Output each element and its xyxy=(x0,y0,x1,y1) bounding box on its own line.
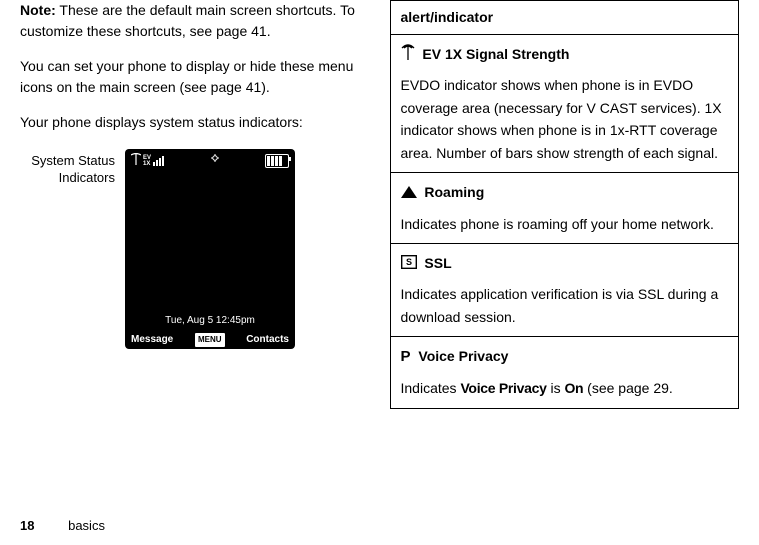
note-paragraph: Note: These are the default main screen … xyxy=(20,0,370,42)
phone-body xyxy=(125,173,295,313)
status-left: EV1X xyxy=(131,153,164,170)
signal-strength-title: EV 1X Signal Strength xyxy=(422,46,569,62)
p-icon: P xyxy=(401,345,411,369)
page-number: 18 xyxy=(20,518,34,533)
diagram-label-line2: Indicators xyxy=(59,170,115,185)
roaming-title: Roaming xyxy=(424,184,484,200)
right-softkey: Contacts xyxy=(246,332,289,347)
table-row: EV 1X Signal Strength EVDO indicator sho… xyxy=(390,35,739,173)
vp-prefix: Indicates xyxy=(401,380,461,396)
section-name: basics xyxy=(68,518,105,533)
diagram-label-line1: System Status xyxy=(31,153,115,168)
antenna-icon xyxy=(131,153,141,170)
roaming-cell: Roaming Indicates phone is roaming off y… xyxy=(390,173,739,244)
note-text: These are the default main screen shortc… xyxy=(20,2,355,39)
location-icon xyxy=(211,154,219,169)
phone-softkeys: Message MENU Contacts xyxy=(125,332,295,353)
phone-screen: EV1X Tue, Aug 5 12:45pm xyxy=(125,149,295,349)
table-row: S SSL Indicates application verification… xyxy=(390,243,739,336)
phone-diagram: System Status Indicators EV1X xyxy=(20,149,370,349)
roaming-desc: Indicates phone is roaming off your home… xyxy=(401,213,729,235)
ssl-cell: S SSL Indicates application verification… xyxy=(390,243,739,336)
signal-bars-icon xyxy=(153,156,164,166)
vp-term: Voice Privacy xyxy=(460,380,546,396)
diagram-label: System Status Indicators xyxy=(20,149,125,349)
note-label: Note: xyxy=(20,2,56,18)
phone-date: Tue, Aug 5 12:45pm xyxy=(125,313,295,328)
left-softkey: Message xyxy=(131,332,173,347)
ssl-desc: Indicates application verification is vi… xyxy=(401,283,729,328)
page-footer: 18 basics xyxy=(20,516,105,536)
paragraph-status-intro: Your phone displays system status indica… xyxy=(20,112,370,133)
table-row: Roaming Indicates phone is roaming off y… xyxy=(390,173,739,244)
ev1x-label: EV1X xyxy=(143,155,151,167)
svg-text:S: S xyxy=(405,257,411,267)
vp-on: On xyxy=(564,380,583,396)
table-row: P Voice Privacy Indicates Voice Privacy … xyxy=(390,337,739,409)
table-header-row: alert/indicator xyxy=(390,1,739,35)
battery-icon xyxy=(265,154,289,168)
table-header: alert/indicator xyxy=(390,1,739,35)
triangle-icon xyxy=(401,182,417,204)
paragraph-menu-icons: You can set your phone to display or hid… xyxy=(20,56,370,98)
voice-privacy-cell: P Voice Privacy Indicates Voice Privacy … xyxy=(390,337,739,409)
voice-privacy-desc: Indicates Voice Privacy is On (see page … xyxy=(401,377,729,399)
phone-status-bar: EV1X xyxy=(125,149,295,173)
vp-suffix: (see page 29. xyxy=(583,380,673,396)
voice-privacy-title: Voice Privacy xyxy=(418,348,508,364)
right-column: alert/indicator EV 1X Signal Strength EV… xyxy=(390,0,740,409)
indicators-table: alert/indicator EV 1X Signal Strength EV… xyxy=(390,0,740,409)
vp-is: is xyxy=(547,380,565,396)
signal-strength-desc: EVDO indicator shows when phone is in EV… xyxy=(401,74,729,164)
signal-strength-cell: EV 1X Signal Strength EVDO indicator sho… xyxy=(390,35,739,173)
antenna-icon xyxy=(401,44,415,66)
ssl-title: SSL xyxy=(424,255,451,271)
menu-softkey: MENU xyxy=(195,333,225,347)
left-column: Note: These are the default main screen … xyxy=(20,0,390,409)
ssl-box-icon: S xyxy=(401,253,417,275)
onex-text: 1X xyxy=(143,161,150,167)
